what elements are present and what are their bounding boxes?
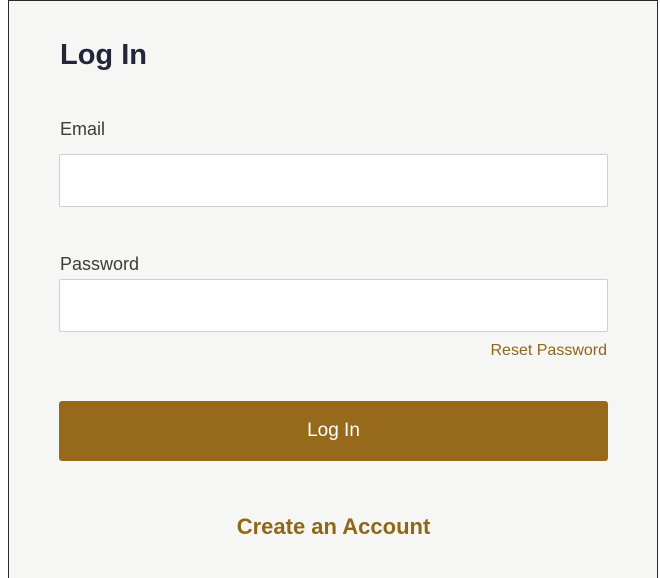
password-label: Password	[60, 254, 140, 274]
page-title: Log In	[60, 39, 147, 71]
email-label: Email	[60, 119, 106, 139]
password-field[interactable]	[59, 279, 608, 332]
login-panel: Log In Email Password Reset Password Log…	[8, 0, 658, 578]
reset-password-link[interactable]: Reset Password	[491, 341, 608, 361]
email-field[interactable]	[59, 154, 608, 207]
login-button[interactable]: Log In	[59, 401, 608, 461]
create-account-link[interactable]: Create an Account	[59, 513, 608, 541]
